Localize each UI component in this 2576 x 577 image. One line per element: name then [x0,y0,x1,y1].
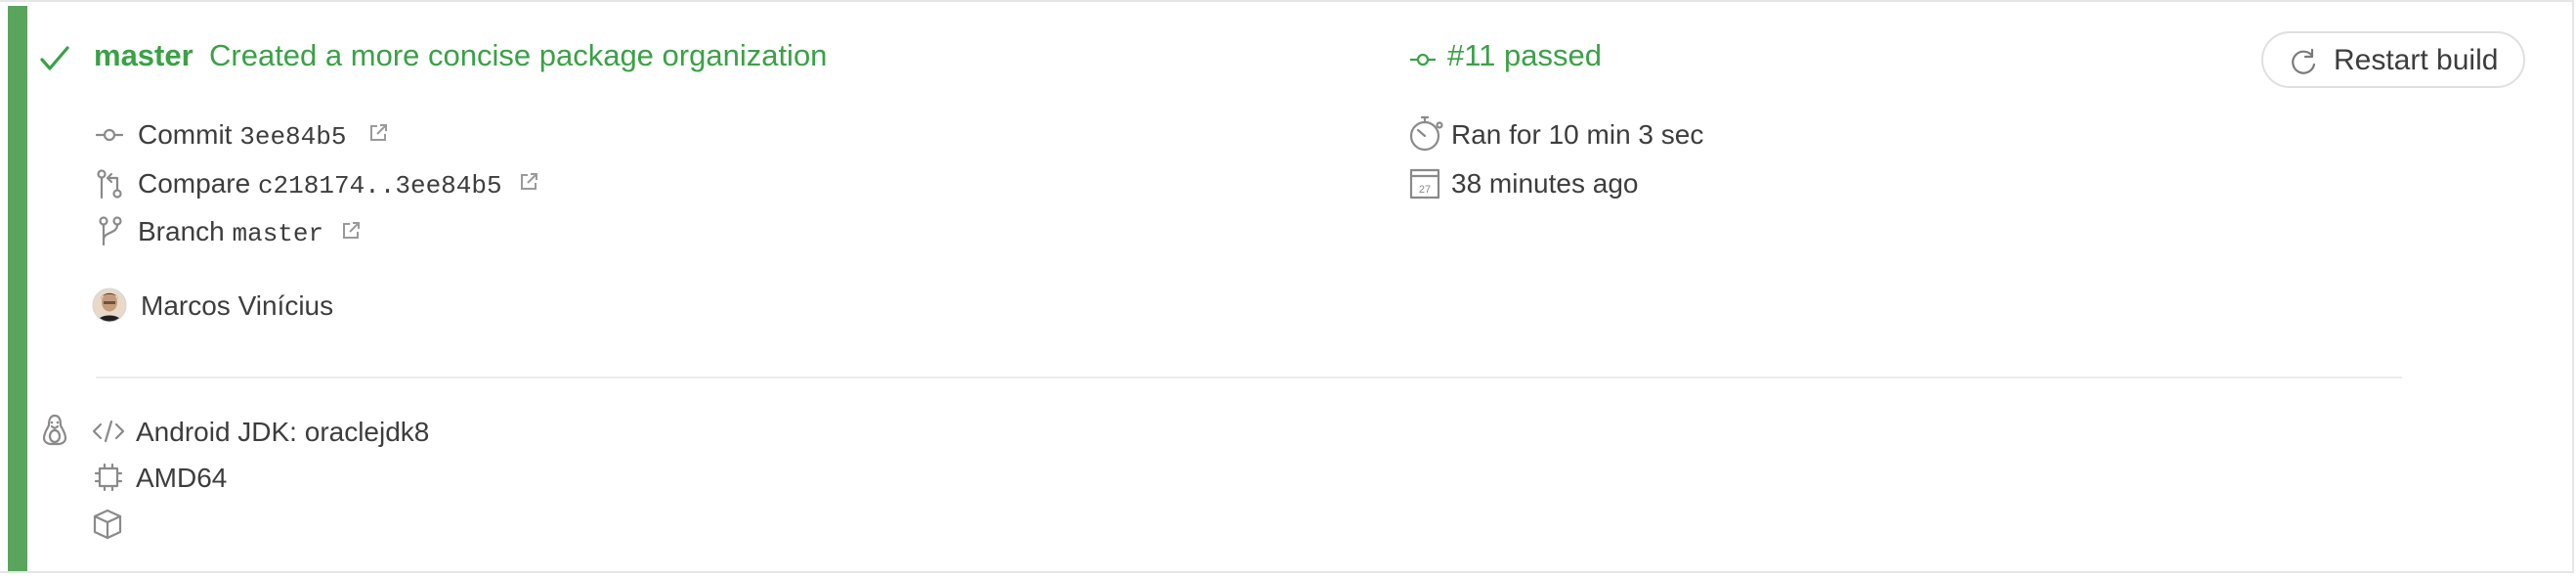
check-icon [40,46,69,70]
compare-range: c218174..3ee84b5 [257,171,502,200]
finished-time: 38 minutes ago [1451,168,1639,199]
restart-build-label: Restart build [2334,44,2499,76]
avatar[interactable] [92,288,127,323]
compare-icon [97,169,122,200]
commit-message-link[interactable]: Created a more concise package organizat… [209,36,827,75]
arch-label: AMD64 [136,463,228,493]
branch-row[interactable]: Branch master [138,213,323,252]
stopwatch-icon [1409,115,1443,152]
divider [96,377,2402,378]
branch-name: master [232,219,324,248]
restart-build-button[interactable]: Restart build [2261,31,2525,88]
branch-link[interactable]: master [94,36,193,75]
external-link-icon[interactable] [368,123,388,143]
commit-icon [96,128,123,142]
commit-row[interactable]: Commit 3ee84b5 [138,116,346,155]
build-number-link[interactable]: #11 passed [1447,36,1602,75]
calendar-icon: 27 [1409,168,1440,200]
compare-row[interactable]: Compare c218174..3ee84b5 [138,165,502,204]
author-name[interactable]: Marcos Vinícius [141,288,333,325]
calendar-day: 27 [1419,184,1431,196]
external-link-icon[interactable] [519,172,538,192]
build-card: master Created a more concise package or… [0,0,2574,573]
commit-sha: 3ee84b5 [239,122,347,152]
status-stripe [8,6,27,571]
build-duration: Ran for 10 min 3 sec [1451,119,1704,150]
branch-label: Branch [138,216,225,246]
linux-icon [42,414,67,446]
code-icon [92,420,125,443]
box-icon [93,509,122,540]
restart-icon [2292,48,2316,74]
branch-icon [99,216,122,246]
cpu-icon [94,463,123,492]
commit-label: Commit [138,119,233,150]
compare-label: Compare [138,168,251,199]
language-label: Android JDK: oraclejdk8 [136,417,430,447]
commit-icon [1410,53,1436,67]
external-link-icon[interactable] [341,221,361,241]
